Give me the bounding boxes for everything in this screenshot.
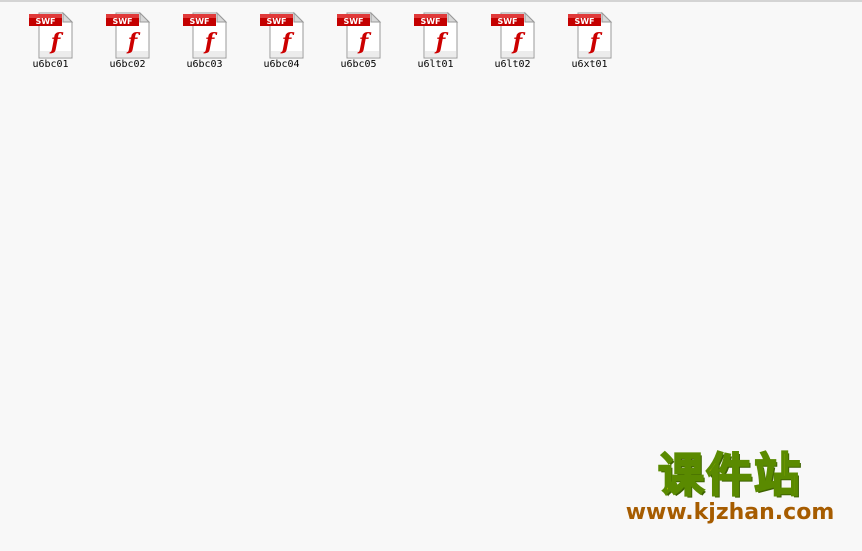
file-name-label: u6bc03 <box>186 59 223 70</box>
file-item[interactable]: SWF f u6bc03 <box>166 10 243 72</box>
svg-text:SWF: SWF <box>343 17 363 26</box>
file-item[interactable]: SWF f u6bc04 <box>243 10 320 72</box>
file-item[interactable]: SWF f u6bc01 <box>12 10 89 72</box>
file-name-label: u6bc04 <box>263 59 300 70</box>
svg-text:SWF: SWF <box>112 17 132 26</box>
flash-swf-file-icon: SWF f <box>182 11 228 59</box>
file-item[interactable]: SWF f u6lt02 <box>474 10 551 72</box>
file-name-label: u6lt01 <box>417 59 454 70</box>
window-top-edge <box>0 0 862 2</box>
svg-text:SWF: SWF <box>497 17 517 26</box>
svg-text:SWF: SWF <box>574 17 594 26</box>
file-item[interactable]: SWF f u6bc05 <box>320 10 397 72</box>
file-name-label: u6bc02 <box>109 59 146 70</box>
watermark-url: www.kjzhan.com <box>625 500 835 525</box>
flash-swf-file-icon: SWF f <box>490 11 536 59</box>
svg-text:SWF: SWF <box>35 17 55 26</box>
file-name-label: u6lt02 <box>494 59 531 70</box>
svg-text:SWF: SWF <box>266 17 286 26</box>
file-name-label: u6xt01 <box>571 59 608 70</box>
file-name-label: u6bc05 <box>340 59 377 70</box>
file-item[interactable]: SWF f u6lt01 <box>397 10 474 72</box>
file-item[interactable]: SWF f u6xt01 <box>551 10 628 72</box>
flash-swf-file-icon: SWF f <box>567 11 613 59</box>
watermark-logo: 课件站 www.kjzhan.com <box>612 447 848 532</box>
file-grid: SWF f u6bc01 SWF f u6bc02 SWF f u6bc03 SWF f u6bc04… <box>12 10 628 72</box>
flash-swf-file-icon: SWF f <box>336 11 382 59</box>
svg-text:SWF: SWF <box>189 17 209 26</box>
flash-swf-file-icon: SWF f <box>413 11 459 59</box>
file-item[interactable]: SWF f u6bc02 <box>89 10 166 72</box>
flash-swf-file-icon: SWF f <box>105 11 151 59</box>
file-name-label: u6bc01 <box>32 59 69 70</box>
svg-text:SWF: SWF <box>420 17 440 26</box>
flash-swf-file-icon: SWF f <box>259 11 305 59</box>
flash-swf-file-icon: SWF f <box>28 11 74 59</box>
watermark-title: 课件站 <box>657 447 802 503</box>
